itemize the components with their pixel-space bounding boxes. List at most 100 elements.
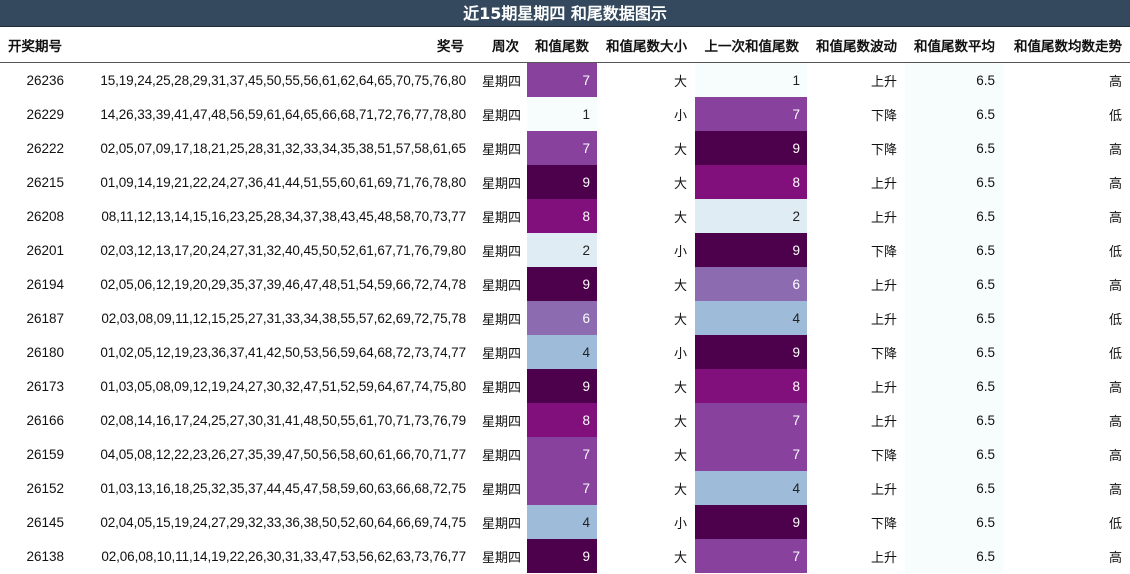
prev-tail-cell: 9: [695, 233, 807, 267]
prev-tail-cell: 2: [695, 199, 807, 233]
numbers-cell: 08,11,12,13,14,15,16,23,25,28,34,37,38,4…: [101, 208, 466, 224]
size-cell: 大: [673, 380, 687, 396]
table-row: 26145 02,04,05,15,19,24,27,29,32,33,36,38…: [0, 505, 1130, 539]
average-cell: 6.5: [905, 97, 1003, 131]
prev-tail-cell: 6: [695, 267, 807, 301]
size-cell: 大: [673, 278, 687, 294]
tail-cell: 4: [527, 335, 597, 369]
weekday-cell: 星期四: [481, 380, 521, 396]
weekday-cell: 星期四: [481, 244, 521, 260]
table-row: 26236 15,19,24,25,28,29,31,37,45,50,55,56…: [0, 62, 1130, 97]
table-row: 26215 01,09,14,19,21,22,24,27,36,41,44,51…: [0, 165, 1130, 199]
trend-cell: 低: [1108, 244, 1122, 260]
size-cell: 大: [673, 550, 687, 566]
tail-cell: 7: [527, 437, 597, 471]
average-cell: 6.5: [905, 505, 1003, 539]
tail-cell: 2: [527, 233, 597, 267]
issue-cell: 26236: [26, 72, 64, 88]
chart-title: 近15期星期四 和尾数据图示: [0, 0, 1130, 27]
size-cell: 小: [673, 108, 687, 124]
trend-cell: 高: [1108, 380, 1122, 396]
issue-cell: 26180: [26, 344, 64, 360]
tail-cell: 7: [527, 471, 597, 505]
numbers-cell: 02,05,07,09,17,18,21,25,28,31,32,33,34,3…: [100, 140, 466, 156]
table-row: 26201 02,03,12,13,17,20,24,27,31,32,40,45…: [0, 233, 1130, 267]
size-cell: 小: [673, 244, 687, 260]
weekday-cell: 星期四: [481, 550, 521, 566]
issue-cell: 26229: [26, 106, 64, 122]
prev-tail-cell: 7: [695, 97, 807, 131]
size-cell: 小: [673, 346, 687, 362]
trend-cell: 高: [1108, 176, 1122, 192]
tail-cell: 1: [527, 97, 597, 131]
prev-tail-cell: 8: [695, 369, 807, 403]
weekday-cell: 星期四: [481, 210, 521, 226]
direction-cell: 下降: [870, 108, 897, 124]
header-trend: 和值尾数均数走势: [1003, 28, 1130, 63]
tail-cell: 8: [527, 403, 597, 437]
trend-cell: 低: [1108, 108, 1122, 124]
table-row: 26152 01,03,13,16,18,25,32,35,37,44,45,47…: [0, 471, 1130, 505]
size-cell: 大: [673, 176, 687, 192]
weekday-cell: 星期四: [481, 312, 521, 328]
table-row: 26208 08,11,12,13,14,15,16,23,25,28,34,37…: [0, 199, 1130, 233]
size-cell: 大: [673, 482, 687, 498]
table-row: 26229 14,26,33,39,41,47,48,56,59,61,64,65…: [0, 97, 1130, 131]
numbers-cell: 02,03,12,13,17,20,24,27,31,32,40,45,50,5…: [100, 242, 466, 258]
numbers-cell: 01,09,14,19,21,22,24,27,36,41,44,51,55,6…: [100, 174, 466, 190]
size-cell: 大: [673, 74, 687, 90]
trend-cell: 高: [1108, 210, 1122, 226]
weekday-cell: 星期四: [481, 176, 521, 192]
direction-cell: 上升: [870, 278, 897, 294]
header-average: 和值尾数平均: [905, 28, 1003, 63]
size-cell: 大: [673, 414, 687, 430]
direction-cell: 上升: [870, 550, 897, 566]
prev-tail-cell: 7: [695, 539, 807, 573]
size-cell: 大: [673, 312, 687, 328]
trend-cell: 高: [1108, 448, 1122, 464]
trend-cell: 低: [1108, 312, 1122, 328]
tail-cell: 8: [527, 199, 597, 233]
direction-cell: 上升: [870, 414, 897, 430]
tail-cell: 9: [527, 267, 597, 301]
weekday-cell: 星期四: [481, 142, 521, 158]
numbers-cell: 02,05,06,12,19,20,29,35,37,39,46,47,48,5…: [100, 276, 466, 292]
data-table: 开奖期号 奖号 周次 和值尾数 和值尾数大小 上一次和值尾数 和值尾数波动 和值…: [0, 28, 1130, 573]
issue-cell: 26138: [26, 548, 64, 564]
issue-cell: 26222: [26, 140, 64, 156]
average-cell: 6.5: [905, 267, 1003, 301]
prev-tail-cell: 9: [695, 335, 807, 369]
direction-cell: 下降: [870, 244, 897, 260]
header-tail: 和值尾数: [527, 28, 597, 63]
average-cell: 6.5: [905, 539, 1003, 573]
prev-tail-cell: 4: [695, 301, 807, 335]
direction-cell: 上升: [870, 210, 897, 226]
prev-tail-cell: 4: [695, 471, 807, 505]
weekday-cell: 星期四: [481, 448, 521, 464]
table-row: 26187 02,03,08,09,11,12,15,25,27,31,33,34…: [0, 301, 1130, 335]
issue-cell: 26201: [26, 242, 64, 258]
direction-cell: 下降: [870, 516, 897, 532]
direction-cell: 上升: [870, 482, 897, 498]
tail-cell: 9: [527, 165, 597, 199]
direction-cell: 上升: [870, 380, 897, 396]
size-cell: 大: [673, 448, 687, 464]
trend-cell: 低: [1108, 516, 1122, 532]
average-cell: 6.5: [905, 199, 1003, 233]
trend-cell: 高: [1108, 550, 1122, 566]
header-prev-tail: 上一次和值尾数: [695, 28, 807, 63]
header-row: 开奖期号 奖号 周次 和值尾数 和值尾数大小 上一次和值尾数 和值尾数波动 和值…: [0, 28, 1130, 63]
prev-tail-cell: 7: [695, 403, 807, 437]
tail-cell: 7: [527, 131, 597, 165]
weekday-cell: 星期四: [481, 278, 521, 294]
prev-tail-cell: 1: [695, 62, 807, 97]
tail-cell: 6: [527, 301, 597, 335]
average-cell: 6.5: [905, 301, 1003, 335]
issue-cell: 26215: [26, 174, 64, 190]
direction-cell: 上升: [870, 312, 897, 328]
table-row: 26222 02,05,07,09,17,18,21,25,28,31,32,33…: [0, 131, 1130, 165]
direction-cell: 下降: [870, 142, 897, 158]
weekday-cell: 星期四: [481, 346, 521, 362]
numbers-cell: 04,05,08,12,22,23,26,27,35,39,47,50,56,5…: [100, 446, 466, 462]
weekday-cell: 星期四: [481, 414, 521, 430]
